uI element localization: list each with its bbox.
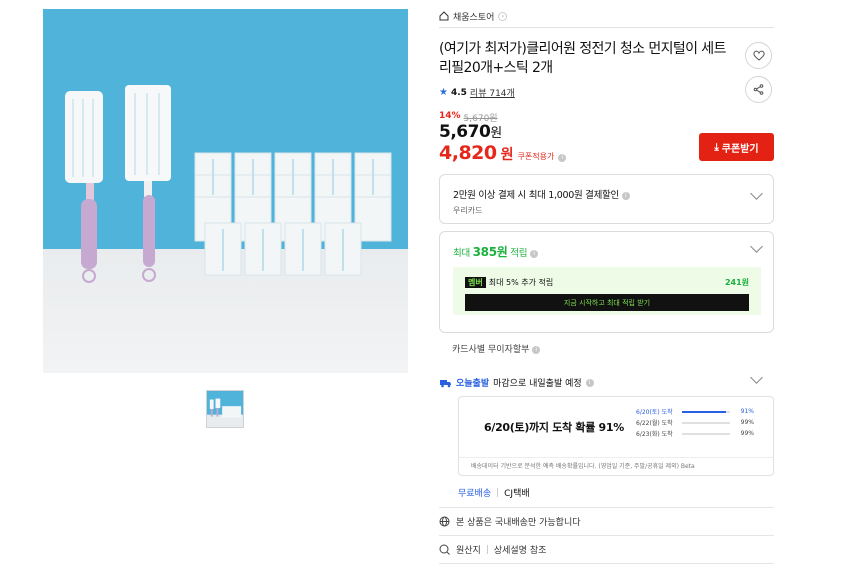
delivery-info: 무료배송 CJ택배 [458, 486, 530, 499]
membership-promo: 멤버 최대 5% 추가 적립 241원 지금 시작하고 최대 적립 받기 [453, 267, 761, 315]
arrival-bar-fill [682, 421, 730, 424]
info-icon[interactable]: i [532, 345, 541, 354]
chevron-down-icon[interactable] [750, 240, 763, 253]
rating-score: 4.5 [450, 87, 467, 98]
home-icon [439, 11, 449, 21]
arrival-date: 6/23(화) 도착 [636, 431, 673, 438]
coupon-price-unit: 원 [500, 147, 514, 163]
separator [497, 488, 499, 497]
arrival-bar [682, 410, 730, 413]
installment-info: 카드사별 무이자할부 i [452, 342, 541, 355]
share-icon [753, 84, 764, 95]
download-icon: ⤓ [714, 141, 719, 153]
arrival-probability-box: 6/20(토)까지 도착 확률 91% 6/20(토) 도착 91% 6/22(… [458, 396, 774, 476]
product-thumbnail[interactable] [206, 390, 244, 428]
points-panel: 최대 385원 적립 i 멤버 최대 5% 추가 적립 241원 지금 시작하고… [439, 231, 774, 333]
points-line: 최대 385원 적립 i [453, 243, 538, 260]
arrival-row: 6/20(토) 도착 91% [636, 406, 756, 417]
free-shipping-label: 무료배송 [458, 489, 492, 499]
membership-cta-label: 지금 시작하고 최대 적립 받기 [563, 298, 651, 307]
delivery-truck-icon [440, 379, 451, 387]
coupon-price-value: 4,820 [439, 142, 497, 164]
chevron-down-icon[interactable] [750, 187, 763, 200]
arrival-bar-fill [682, 432, 730, 435]
sale-price-value: 5,670 [439, 122, 491, 142]
domestic-shipping-notice: 본 상품은 국내배송만 가능합니다 [439, 515, 581, 528]
separator [486, 545, 488, 554]
membership-badge: 멤버 [465, 277, 486, 288]
star-icon: ★ [439, 87, 448, 98]
membership-text: 최대 5% 추가 적립 [488, 278, 554, 287]
wishlist-button[interactable] [745, 42, 772, 69]
arrival-date: 6/20(토) 도착 [636, 409, 673, 416]
arrival-pct: 99% [740, 430, 754, 437]
today-ship-label: 오늘출발 [456, 379, 490, 389]
info-icon[interactable]: i [621, 191, 630, 200]
arrival-pct: 91% [740, 408, 754, 415]
membership-amount: 241원 [724, 278, 749, 287]
arrival-note: 배송데이터 기반으로 분석한 예측 배송확률입니다. (영업일 기준, 주말/공… [471, 463, 695, 470]
info-icon[interactable]: i [529, 249, 538, 258]
divider [439, 535, 774, 536]
breadcrumb[interactable]: 채움스토어 › [439, 9, 508, 23]
origin-info: 원산지 상세설명 참조 [439, 543, 546, 556]
divider [439, 507, 774, 508]
membership-cta-button[interactable]: 지금 시작하고 최대 적립 받기 [465, 294, 749, 311]
arrival-rows: 6/20(토) 도착 91% 6/22(월) 도착 99% 6/23(화) 도착… [636, 406, 756, 439]
divider [439, 563, 774, 564]
arrival-bar [682, 432, 730, 435]
divider [459, 457, 773, 458]
product-illustration [65, 85, 392, 283]
divider [439, 27, 774, 28]
thumbnail-illustration [207, 391, 243, 427]
coupon-button-label: 쿠폰받기 [721, 143, 759, 155]
ship-deadline: 마감으로 내일출발 예정 [493, 379, 582, 389]
arrival-date: 6/22(월) 도착 [636, 420, 673, 427]
info-icon[interactable]: i [585, 378, 594, 387]
shipping-header: 오늘출발 마감으로 내일출발 예정 i [439, 376, 594, 389]
info-icon[interactable]: i [558, 154, 567, 162]
store-name[interactable]: 채움스토어 [453, 10, 494, 23]
courier-name: CJ택배 [504, 489, 530, 499]
coupon-download-button[interactable]: ⤓ 쿠폰받기 [699, 133, 774, 161]
coupon-price: 4,820 원 쿠폰적용가 i [439, 142, 567, 164]
card-name: 우리카드 [453, 206, 483, 215]
rating: ★ 4.5 리뷰 714개 [439, 86, 515, 99]
heart-icon [752, 50, 765, 61]
origin-label: 원산지 [456, 546, 481, 556]
product-main-image [43, 9, 408, 373]
review-link[interactable]: 리뷰 714개 [470, 86, 515, 99]
chevron-down-icon[interactable] [750, 371, 763, 384]
chevron-right-icon: › [498, 11, 508, 21]
magnifier-icon [439, 544, 450, 555]
product-title: (여기가 최저가)클리어원 정전기 청소 먼지털이 세트 리필20개+스틱 2개 [439, 41, 726, 76]
arrival-headline: 6/20(토)까지 도착 확률 91% [484, 421, 624, 434]
share-button[interactable] [745, 76, 772, 103]
points-prefix: 최대 [453, 248, 470, 259]
card-discount-line: 2만원 이상 결제 시 최대 1,000원 결제할인 i [453, 187, 630, 201]
arrival-row: 6/23(화) 도착 99% [636, 428, 756, 439]
coupon-price-label: 쿠폰적용가 [517, 152, 555, 161]
points-suffix: 적립 [510, 248, 528, 259]
card-discount-text: 2만원 이상 결제 시 최대 1,000원 결제할인 [453, 190, 619, 201]
installment-text: 카드사별 무이자할부 [452, 345, 530, 355]
arrival-row: 6/22(월) 도착 99% [636, 417, 756, 428]
arrival-bar [682, 421, 730, 424]
points-amount: 385원 [472, 245, 508, 259]
sale-price: 5,670원 [439, 122, 502, 142]
arrival-bar-fill [682, 410, 726, 413]
arrival-pct: 99% [740, 419, 754, 426]
sale-price-unit: 원 [490, 126, 502, 141]
origin-value: 상세설명 참조 [493, 546, 547, 556]
membership-tag: 멤버 최대 5% 추가 적립 [465, 277, 553, 288]
globe-icon [439, 516, 450, 527]
card-discount-panel[interactable]: 2만원 이상 결제 시 최대 1,000원 결제할인 i 우리카드 [439, 174, 774, 224]
domestic-text: 본 상품은 국내배송만 가능합니다 [456, 518, 581, 528]
